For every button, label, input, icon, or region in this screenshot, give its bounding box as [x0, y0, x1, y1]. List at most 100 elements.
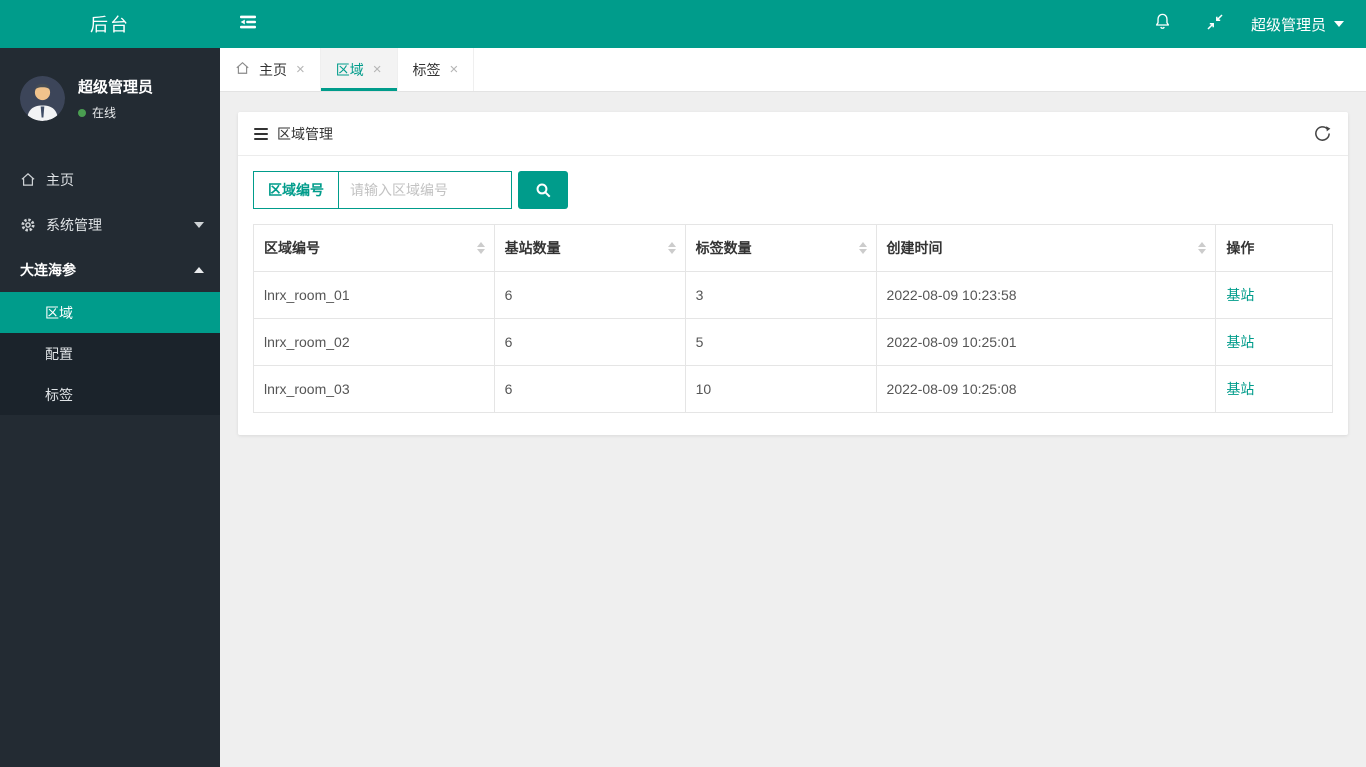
- user-name: 超级管理员: [78, 79, 154, 96]
- search-icon: [536, 183, 550, 197]
- sort-icon[interactable]: [476, 242, 485, 254]
- search-field-label: 区域编号: [254, 172, 339, 208]
- caret-down-icon: [1334, 21, 1344, 27]
- cell-base-station-count: 6: [493, 365, 686, 413]
- region-management-panel: 区域管理 区域编号 请输入区域编号 区域编号 基站数量 标签数量 创建时间 操作…: [238, 112, 1348, 435]
- main-area: 主页 × 区域 × 标签 × 区域管理 区域编号 请输入区域编号 区域编号 基站…: [220, 0, 1366, 767]
- column-label: 标签数量: [695, 240, 752, 256]
- search-input-group: 区域编号: [253, 171, 512, 209]
- tab-label: 区域: [335, 61, 364, 78]
- cell-tag-count: 10: [684, 365, 877, 413]
- table-header-row: 区域编号 基站数量 标签数量 创建时间 操作: [253, 224, 1333, 272]
- sidebar-toggle-button[interactable]: [220, 0, 276, 48]
- bell-icon: [1153, 12, 1172, 36]
- tab-label: 主页: [259, 61, 287, 78]
- sidebar-item-dalian-haishen[interactable]: 大连海参: [0, 247, 220, 292]
- tab-bar: 主页 × 区域 × 标签 ×: [220, 48, 1366, 92]
- sidebar-item-label: 大连海参: [20, 261, 76, 278]
- brand-title: 后台: [90, 15, 130, 35]
- base-station-link[interactable]: 基站: [1226, 381, 1254, 397]
- home-icon: [235, 61, 250, 78]
- tab-home[interactable]: 主页 ×: [220, 48, 321, 91]
- sidebar-menu: 主页 系统管理 大连海参 区域 配置 标签: [0, 157, 220, 415]
- user-status: 在线: [78, 104, 153, 121]
- sort-icon[interactable]: [1198, 242, 1207, 254]
- refresh-button[interactable]: [1313, 124, 1332, 143]
- user-info: 超级管理员 在线: [78, 76, 153, 121]
- fullscreen-button[interactable]: [1189, 0, 1241, 48]
- refresh-icon: [1315, 126, 1331, 141]
- cell-created-at: 2022-08-09 10:25:01: [875, 318, 1217, 366]
- cell-base-station-count: 6: [493, 271, 686, 319]
- content-area: 区域管理 区域编号 请输入区域编号 区域编号 基站数量 标签数量 创建时间 操作…: [220, 92, 1366, 767]
- sidebar-subitem-config[interactable]: 配置: [0, 333, 220, 374]
- caret-up-icon: [194, 266, 204, 273]
- base-station-link[interactable]: 基站: [1226, 287, 1254, 303]
- notifications-button[interactable]: [1136, 0, 1189, 48]
- sidebar-subitem-label: 配置: [45, 345, 73, 362]
- sidebar-subitem-label: 标签: [45, 386, 73, 403]
- sidebar-item-system-management[interactable]: 系统管理: [0, 202, 220, 247]
- user-dropdown[interactable]: 超级管理员: [1241, 0, 1366, 48]
- column-header-created-at[interactable]: 创建时间: [875, 224, 1217, 272]
- column-label: 区域编号: [264, 240, 320, 256]
- tab-label: 标签: [412, 61, 441, 78]
- column-header-tag-count[interactable]: 标签数量: [684, 224, 877, 272]
- column-label: 创建时间: [886, 240, 943, 256]
- sidebar-item-label: 系统管理: [46, 216, 102, 233]
- home-icon: [20, 172, 46, 187]
- sidebar-subitem-label: 区域: [45, 304, 73, 321]
- sidebar: 超级管理员 在线 主页 系统管理 大连海参 区域 配置 标签: [0, 48, 220, 767]
- cell-tag-count: 5: [684, 318, 877, 366]
- topbar-right: 超级管理员: [1136, 0, 1366, 48]
- table-row: lnrx_room_01 6 3 2022-08-09 10:23:58 基站: [253, 271, 1333, 319]
- cell-actions: 基站: [1215, 271, 1333, 319]
- cell-base-station-count: 6: [493, 318, 686, 366]
- online-dot-icon: [78, 108, 86, 117]
- sidebar-item-label: 主页: [46, 171, 74, 188]
- cell-region-id: lnrx_room_02: [253, 318, 495, 366]
- gear-icon: [20, 217, 46, 233]
- region-id-search-input[interactable]: [339, 172, 511, 208]
- table-row: lnrx_room_02 6 5 2022-08-09 10:25:01 基站: [253, 318, 1333, 366]
- fullscreen-exit-icon: [1206, 13, 1224, 36]
- column-label: 操作: [1226, 240, 1255, 256]
- caret-down-icon: [194, 221, 204, 228]
- cell-created-at: 2022-08-09 10:23:58: [875, 271, 1217, 319]
- cell-region-id: lnrx_room_01: [253, 271, 495, 319]
- close-icon[interactable]: ×: [373, 62, 382, 77]
- sort-icon[interactable]: [858, 242, 867, 254]
- sidebar-submenu: 区域 配置 标签: [0, 292, 220, 415]
- panel-title: 区域管理: [277, 125, 333, 142]
- tab-tag[interactable]: 标签 ×: [397, 48, 475, 91]
- sidebar-user-panel: 超级管理员 在线: [0, 48, 220, 121]
- sort-icon[interactable]: [667, 242, 676, 254]
- search-row: 区域编号: [253, 171, 1333, 209]
- avatar: [20, 76, 65, 121]
- sidebar-subitem-tag[interactable]: 标签: [0, 374, 220, 415]
- column-header-region-id[interactable]: 区域编号: [253, 224, 495, 272]
- user-status-label: 在线: [92, 106, 117, 120]
- panel-header: 区域管理: [238, 112, 1348, 156]
- cell-region-id: lnrx_room_03: [253, 365, 495, 413]
- close-icon[interactable]: ×: [450, 62, 459, 77]
- user-dropdown-label: 超级管理员: [1250, 16, 1326, 34]
- cell-tag-count: 3: [684, 271, 877, 319]
- base-station-link[interactable]: 基站: [1226, 334, 1254, 350]
- table-row: lnrx_room_03 6 10 2022-08-09 10:25:08 基站: [253, 365, 1333, 413]
- topbar: 后台 超级管理员: [0, 0, 1366, 48]
- panel-body: 区域编号 请输入区域编号 区域编号 基站数量 标签数量 创建时间 操作 lnrx…: [238, 156, 1348, 435]
- sidebar-subitem-region[interactable]: 区域: [0, 292, 220, 333]
- cell-actions: 基站: [1215, 318, 1333, 366]
- close-icon[interactable]: ×: [296, 62, 305, 77]
- search-button[interactable]: [518, 171, 568, 209]
- tab-region[interactable]: 区域 ×: [320, 48, 398, 91]
- sidebar-item-home[interactable]: 主页: [0, 157, 220, 202]
- menu-toggle-icon: [238, 13, 258, 36]
- list-icon: [254, 127, 268, 140]
- column-header-base-station-count[interactable]: 基站数量: [493, 224, 686, 272]
- region-table: 区域编号 基站数量 标签数量 创建时间 操作 lnrx_room_01 6 3 …: [253, 224, 1333, 413]
- cell-actions: 基站: [1215, 365, 1333, 413]
- column-label: 基站数量: [504, 240, 561, 256]
- cell-created-at: 2022-08-09 10:25:08: [875, 365, 1217, 413]
